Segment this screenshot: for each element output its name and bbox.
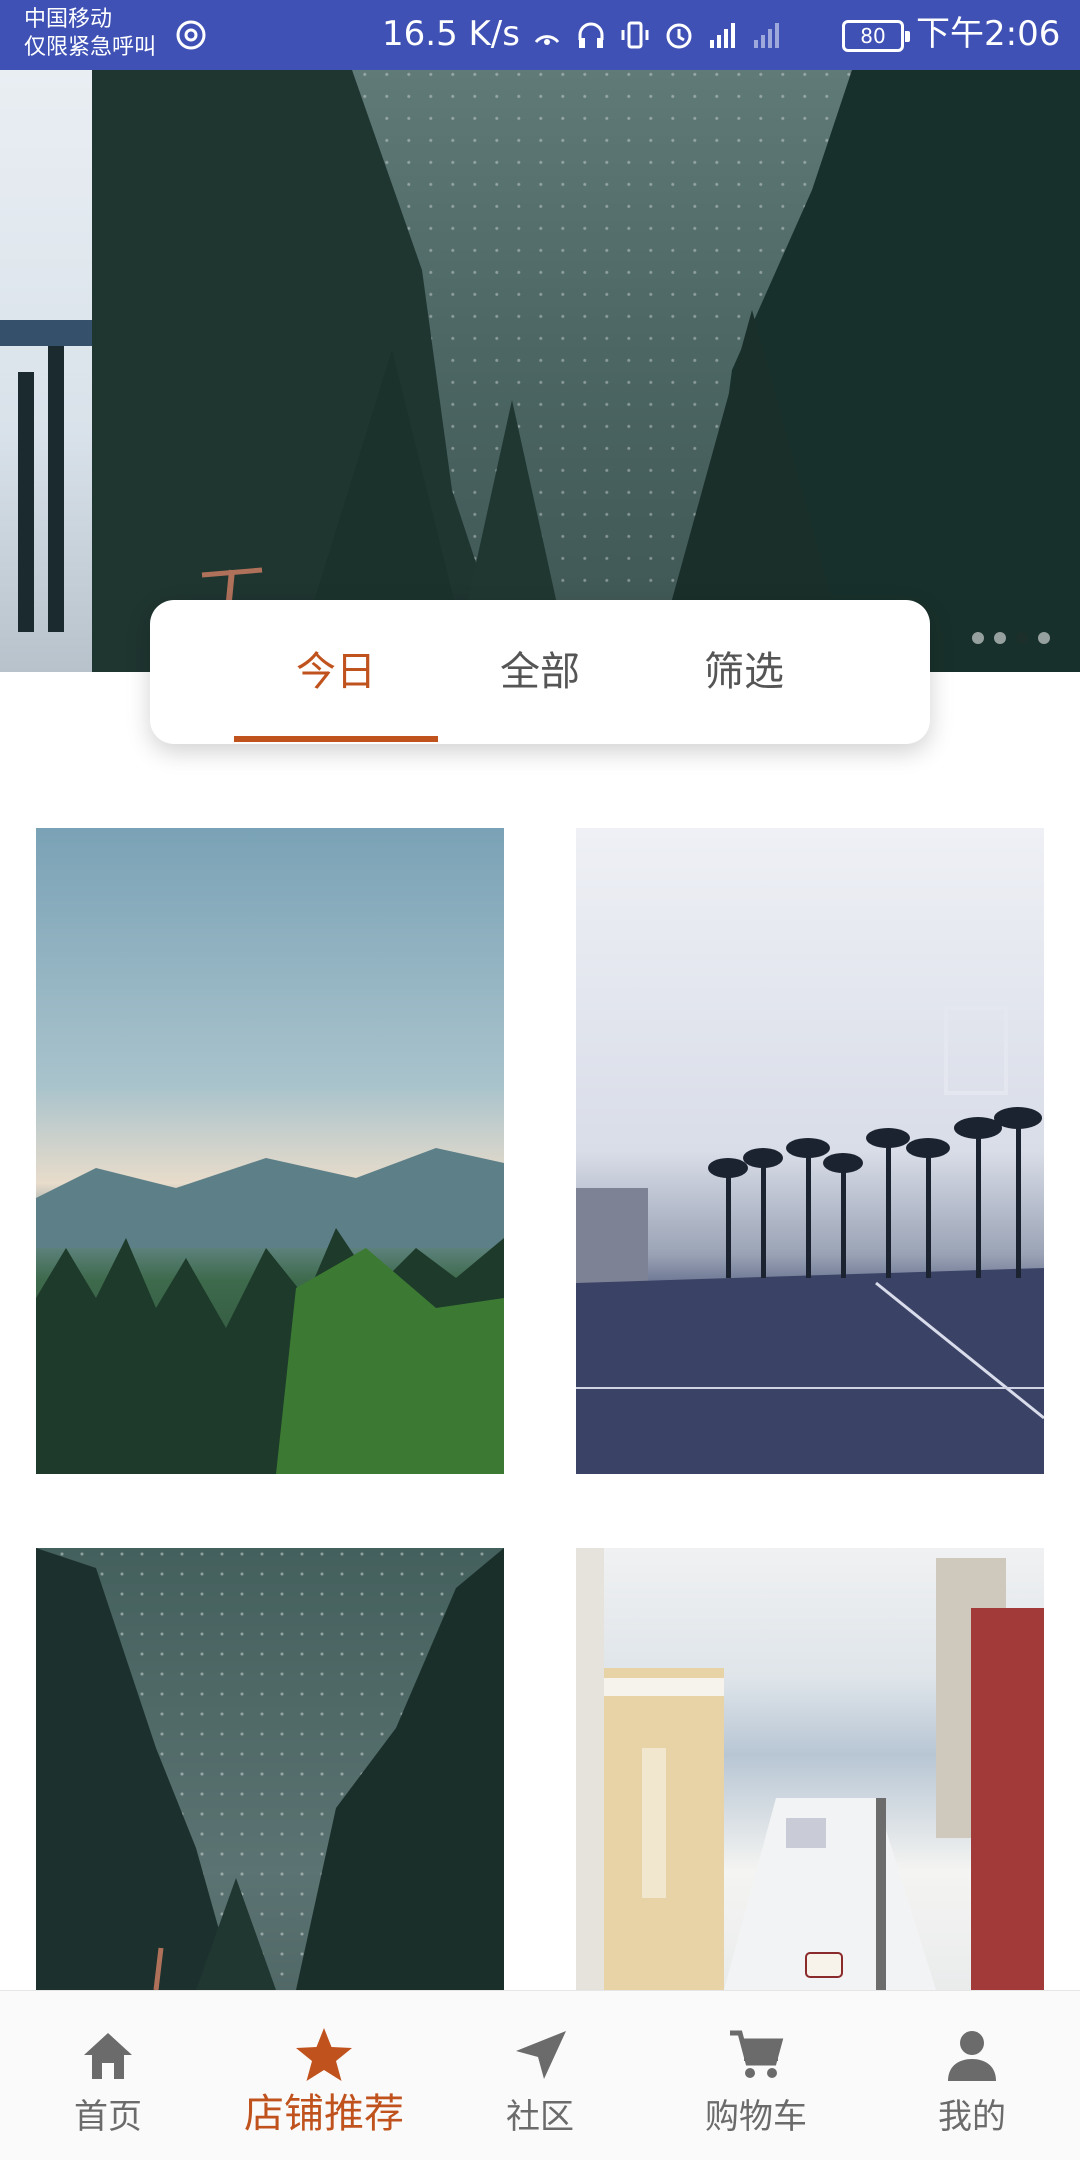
home-icon bbox=[84, 2033, 132, 2079]
carousel-dot bbox=[994, 632, 1006, 644]
starry-forest-image bbox=[36, 1548, 504, 1991]
banner-current-slide[interactable] bbox=[92, 70, 1080, 672]
basketball-court-image bbox=[576, 1006, 1044, 1474]
tab-filter[interactable]: 筛选 bbox=[642, 600, 846, 744]
tab-all[interactable]: 全部 bbox=[438, 600, 642, 744]
nav-profile[interactable]: 我的 bbox=[864, 1991, 1080, 2160]
carousel-dot-active bbox=[1016, 632, 1028, 644]
nav-shop-recommend[interactable]: 店铺推荐 bbox=[216, 1991, 432, 2160]
tab-active-indicator bbox=[234, 736, 438, 742]
nav-label: 首页 bbox=[74, 2097, 142, 2137]
nav-label: 店铺推荐 bbox=[244, 2091, 404, 2137]
shopping-cart-icon bbox=[730, 2030, 784, 2078]
palm-trunk bbox=[48, 332, 64, 632]
banner-hoop-bar bbox=[0, 320, 92, 346]
carrier-info: 中国移动 仅限紧急呼叫 bbox=[24, 6, 156, 62]
nav-cart[interactable]: 购物车 bbox=[648, 1991, 864, 2160]
carrier-status: 仅限紧急呼叫 bbox=[24, 35, 157, 60]
nav-label: 我的 bbox=[938, 2097, 1006, 2137]
filter-tab-bar: 今日 全部 筛选 bbox=[150, 600, 930, 744]
alarm-icon bbox=[666, 23, 692, 49]
vibrate-icon bbox=[621, 21, 649, 49]
carrier-name: 中国移动 bbox=[24, 7, 113, 32]
palm-trunk bbox=[18, 372, 34, 632]
nav-community[interactable]: 社区 bbox=[432, 1991, 648, 2160]
photo-card-court[interactable] bbox=[576, 828, 1044, 1474]
nav-label: 社区 bbox=[506, 2097, 574, 2137]
navigation-arrow-icon bbox=[516, 2031, 566, 2079]
mountain-forest-image bbox=[36, 1148, 504, 1474]
carousel-dot bbox=[972, 632, 984, 644]
nav-label: 购物车 bbox=[705, 2097, 807, 2137]
bottom-navigation: 首页 店铺推荐 社区 购物车 我的 bbox=[0, 1990, 1080, 2160]
photo-card-mountain[interactable] bbox=[36, 828, 504, 1474]
banner-forest-image bbox=[92, 70, 1080, 672]
network-speed: 16.5 K/s bbox=[382, 14, 520, 54]
banner-carousel[interactable] bbox=[0, 70, 1080, 672]
tab-today[interactable]: 今日 bbox=[234, 600, 438, 744]
nav-home[interactable]: 首页 bbox=[0, 1991, 216, 2160]
headphone-icon bbox=[578, 22, 604, 48]
carousel-dot bbox=[1038, 632, 1050, 644]
person-icon bbox=[948, 2031, 996, 2081]
status-icons bbox=[530, 18, 784, 52]
hotspot-icon bbox=[534, 35, 560, 45]
signal-4g-icon bbox=[710, 23, 735, 48]
star-icon bbox=[296, 2028, 352, 2081]
carousel-indicator bbox=[972, 632, 1050, 644]
app-notification-icon bbox=[176, 20, 206, 50]
status-time: 下午2:06 bbox=[916, 14, 1061, 54]
banner-previous-slide[interactable] bbox=[0, 70, 92, 672]
signal-no-service-icon bbox=[754, 23, 779, 48]
status-bar: 中国移动 仅限紧急呼叫 16.5 K/s 80 下午2:06 bbox=[0, 0, 1080, 70]
battery-indicator: 80 bbox=[842, 20, 910, 52]
snowy-street-image bbox=[576, 1548, 1044, 1990]
